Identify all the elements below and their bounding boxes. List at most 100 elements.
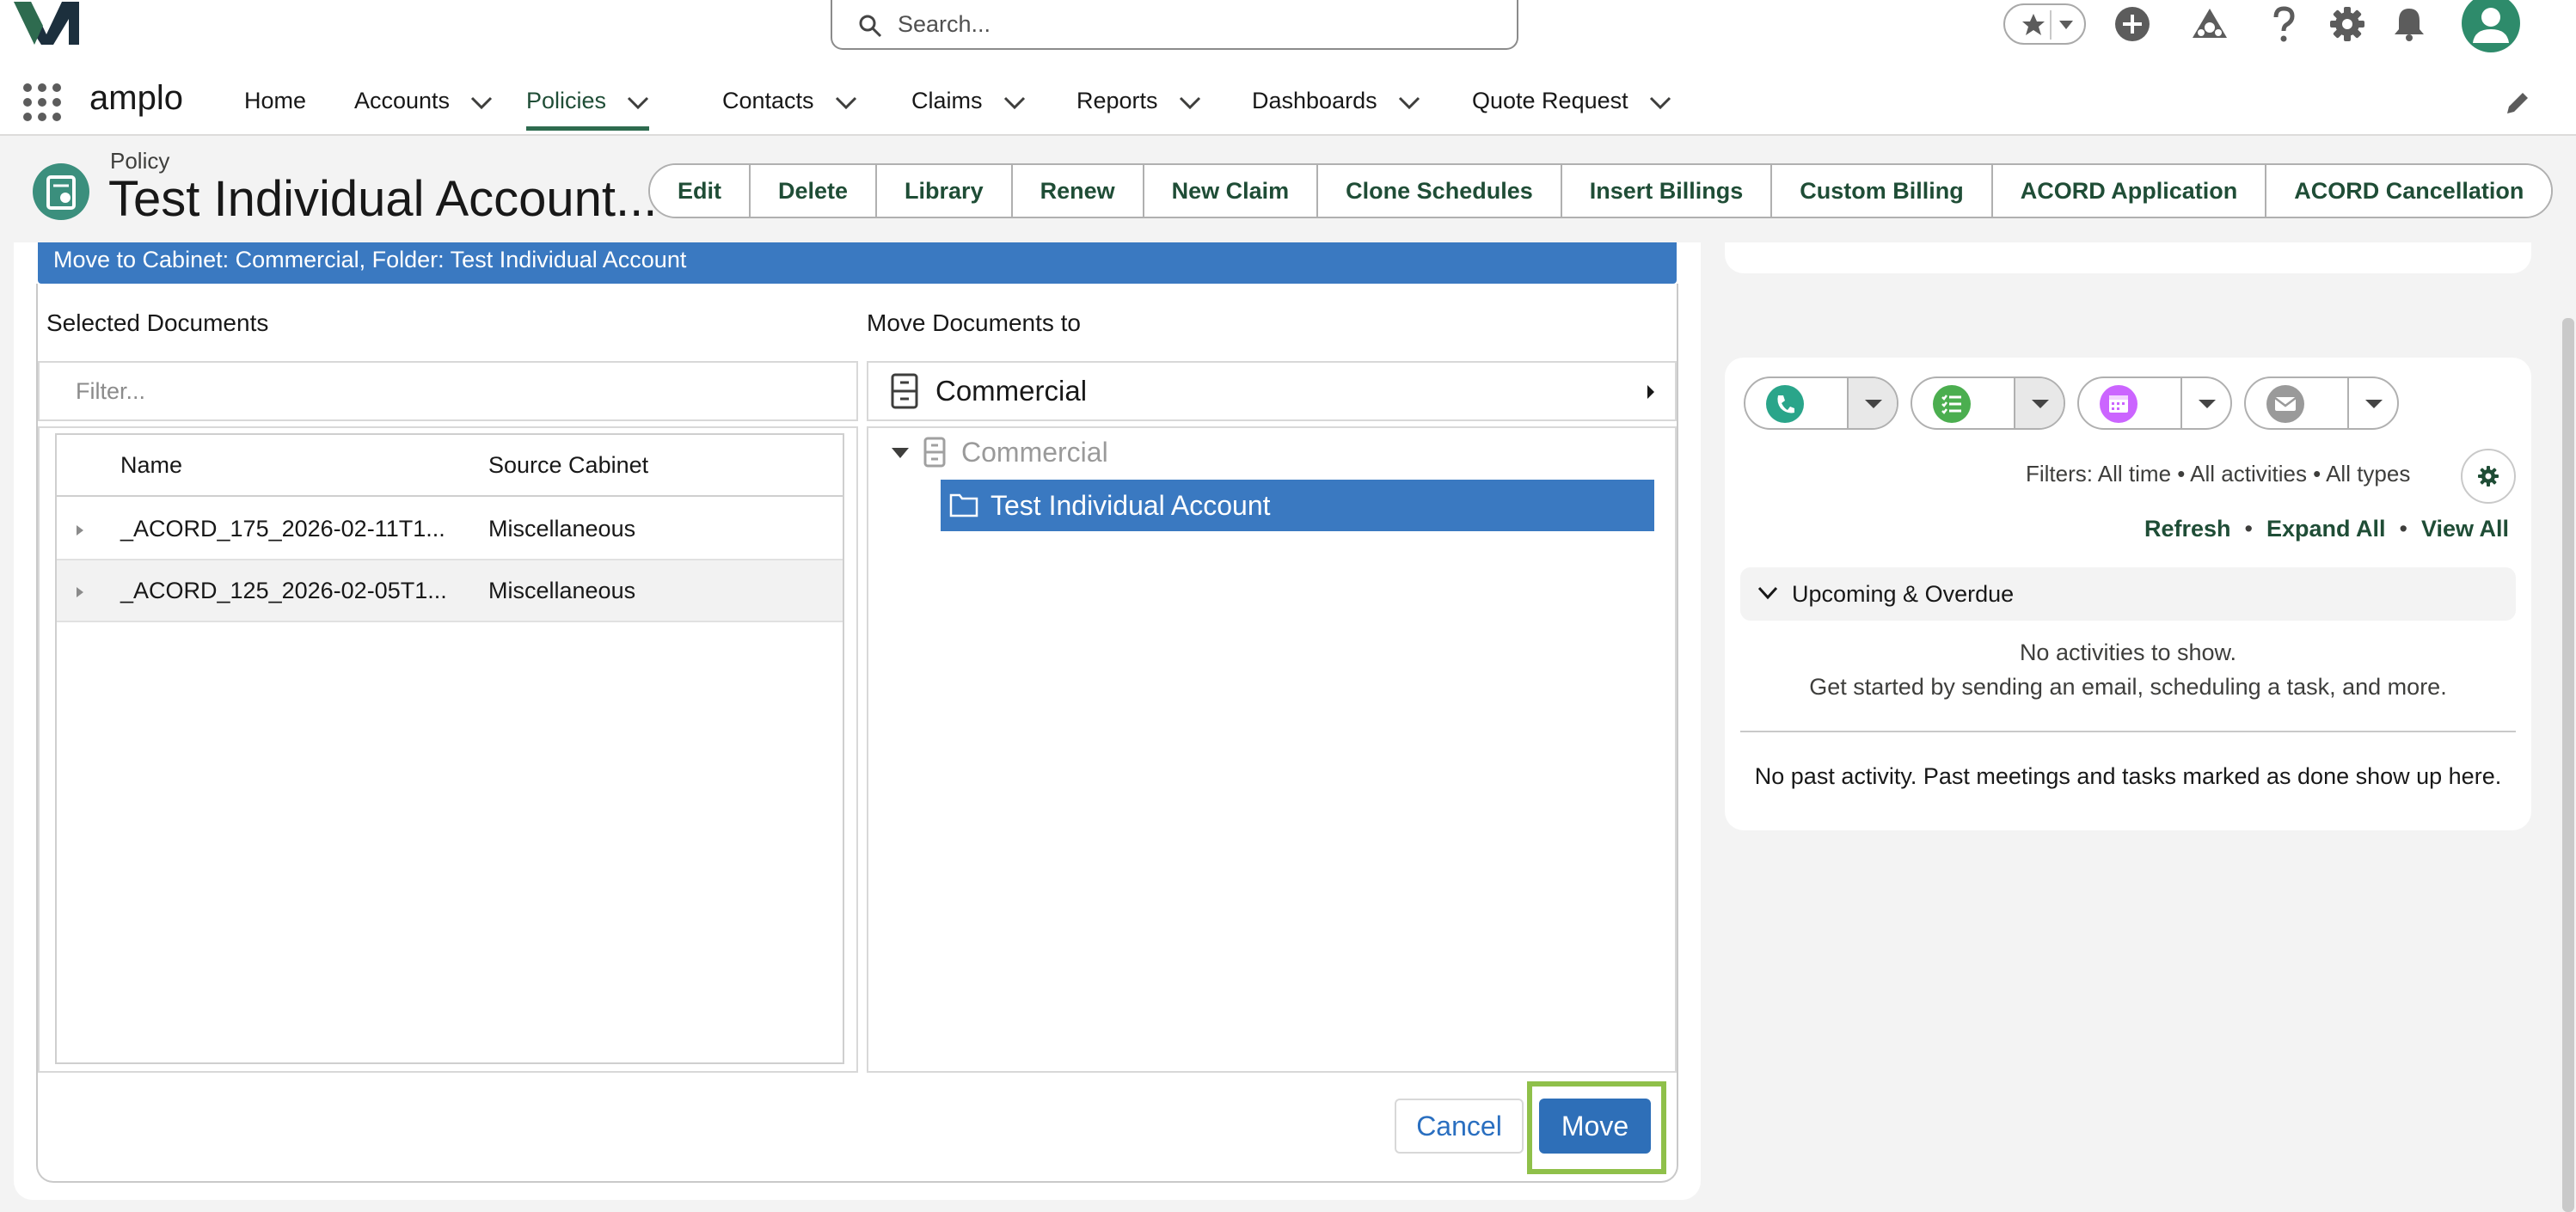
search-icon: [859, 15, 882, 38]
table-row[interactable]: _ACORD_175_2026-02-11T1... Miscellaneous: [57, 499, 843, 560]
clone-schedules-button[interactable]: Clone Schedules: [1318, 165, 1562, 217]
insert-billings-button[interactable]: Insert Billings: [1561, 165, 1773, 217]
star-icon[interactable]: [2021, 12, 2046, 38]
chevron-down-icon[interactable]: [470, 96, 493, 110]
page-scrollbar[interactable]: [2562, 318, 2574, 1212]
delete-button[interactable]: Delete: [751, 165, 878, 217]
nav-label: Policies: [526, 88, 607, 113]
renew-button[interactable]: Renew: [1012, 165, 1144, 217]
chevron-down-icon: [2365, 400, 2383, 408]
nav-item-dashboards[interactable]: Dashboards: [1252, 88, 1420, 131]
selected-documents-table: Name Source Cabinet _ACORD_175_2026-02-1…: [55, 433, 844, 1064]
edit-button[interactable]: Edit: [650, 165, 751, 217]
help-icon[interactable]: [2263, 3, 2304, 45]
chevron-down-icon[interactable]: [835, 96, 857, 110]
chevron-down-icon[interactable]: [1003, 96, 1026, 110]
chevron-down-icon: [2199, 400, 2216, 408]
new-event-button-group[interactable]: [2077, 376, 2232, 430]
document-filter-field[interactable]: [38, 361, 858, 421]
search-input[interactable]: [898, 7, 1500, 41]
expand-row-icon[interactable]: [76, 524, 84, 536]
email-dropdown[interactable]: [2347, 378, 2397, 428]
chevron-down-icon[interactable]: [627, 96, 649, 110]
tree-folder-selected[interactable]: Test Individual Account: [941, 480, 1654, 531]
nav-label: Contacts: [722, 88, 814, 113]
edit-nav-pencil-icon[interactable]: [2504, 89, 2531, 117]
trailhead-guidance-icon[interactable]: [2189, 3, 2230, 45]
log-call-button-group[interactable]: [1744, 376, 1898, 430]
destination-cabinet-selector[interactable]: Commercial: [867, 361, 1677, 421]
log-call-dropdown[interactable]: [1847, 378, 1897, 428]
column-header-name[interactable]: Name: [120, 452, 182, 479]
column-header-source-cabinet[interactable]: Source Cabinet: [488, 452, 648, 479]
nav-item-reports[interactable]: Reports: [1076, 88, 1201, 131]
new-claim-button[interactable]: New Claim: [1144, 165, 1319, 217]
global-header: amplo Home Accounts Policies Contacts Cl…: [0, 0, 2576, 136]
new-event-calendar-icon[interactable]: [2100, 385, 2137, 423]
tree-root-label[interactable]: Commercial: [961, 437, 1108, 468]
email-button-group[interactable]: [2244, 376, 2399, 430]
right-top-panel: [1725, 242, 2531, 273]
expand-row-icon[interactable]: [76, 586, 84, 598]
no-past-activity-message: No past activity. Past meetings and task…: [1754, 763, 2502, 789]
folder-icon: [949, 493, 978, 517]
chevron-down-icon: [1865, 400, 1882, 408]
acord-cancellation-button[interactable]: ACORD Cancellation: [2266, 165, 2552, 217]
company-logo[interactable]: [12, 0, 83, 50]
custom-billing-button[interactable]: Custom Billing: [1772, 165, 1993, 217]
filter-input[interactable]: [40, 363, 856, 419]
nav-item-accounts[interactable]: Accounts: [354, 88, 493, 131]
new-event-dropdown[interactable]: [2180, 378, 2230, 428]
section-title: Upcoming & Overdue: [1792, 581, 2015, 607]
chevron-down-icon[interactable]: [1179, 96, 1201, 110]
upcoming-overdue-section-header[interactable]: Upcoming & Overdue: [1740, 567, 2516, 621]
collapse-tree-icon[interactable]: [891, 447, 910, 459]
new-task-icon[interactable]: [1933, 385, 1971, 423]
source-cabinet: Miscellaneous: [488, 578, 636, 603]
activity-settings-button[interactable]: [2461, 449, 2516, 504]
email-icon[interactable]: [2266, 385, 2304, 423]
view-all-link[interactable]: View All: [2421, 516, 2509, 542]
nav-label: Home: [244, 88, 307, 113]
library-button[interactable]: Library: [877, 165, 1013, 217]
chevron-down-icon[interactable]: [1649, 96, 1671, 110]
log-call-icon[interactable]: [1766, 385, 1804, 423]
gear-icon: [2478, 466, 2499, 487]
folder-name: Test Individual Account: [991, 490, 1271, 521]
favorites-dropdown-icon[interactable]: [2057, 17, 2076, 33]
divider: [1740, 731, 2516, 732]
move-destination-banner: Move to Cabinet: Commercial, Folder: Tes…: [38, 242, 1677, 284]
nav-item-claims[interactable]: Claims: [911, 88, 1026, 131]
folder-tree: Commercial Test Individual Account: [867, 426, 1677, 1073]
selected-documents-label: Selected Documents: [46, 309, 269, 336]
document-name: _ACORD_175_2026-02-11T1...: [120, 516, 445, 542]
chevron-down-icon[interactable]: [1398, 96, 1420, 110]
app-name: amplo: [89, 79, 183, 117]
nav-item-contacts[interactable]: Contacts: [722, 88, 857, 131]
refresh-link[interactable]: Refresh: [2144, 516, 2231, 542]
global-actions-plus-icon[interactable]: [2112, 3, 2153, 45]
global-search-box[interactable]: [831, 0, 1518, 50]
app-launcher-icon[interactable]: [22, 83, 62, 122]
acord-application-button[interactable]: ACORD Application: [1992, 165, 2267, 217]
nav-label: Claims: [911, 88, 983, 113]
nav-item-policies[interactable]: Policies: [526, 88, 650, 131]
cancel-button[interactable]: Cancel: [1395, 1099, 1524, 1154]
favorites-button-group[interactable]: [2003, 3, 2086, 45]
record-title: Test Individual Account...: [108, 171, 658, 227]
move-button[interactable]: Move: [1539, 1099, 1651, 1154]
user-avatar-icon[interactable]: [2461, 0, 2521, 53]
destination-cabinet-name: Commercial: [935, 375, 1088, 407]
notifications-bell-icon[interactable]: [2389, 3, 2430, 45]
nav-item-home[interactable]: Home: [244, 88, 306, 131]
new-task-button-group[interactable]: [1911, 376, 2065, 430]
separator-dot: •: [2244, 516, 2253, 542]
new-task-dropdown[interactable]: [2014, 378, 2064, 428]
expand-all-link[interactable]: Expand All: [2266, 516, 2386, 542]
nav-item-quote-request[interactable]: Quote Request: [1472, 88, 1671, 131]
chevron-right-icon[interactable]: [1646, 383, 1656, 401]
nav-label: Accounts: [354, 88, 451, 113]
record-action-bar: Edit Delete Library Renew New Claim Clon…: [648, 163, 2554, 218]
setup-gear-icon[interactable]: [2327, 3, 2368, 45]
table-row[interactable]: _ACORD_125_2026-02-05T1... Miscellaneous: [57, 560, 843, 622]
